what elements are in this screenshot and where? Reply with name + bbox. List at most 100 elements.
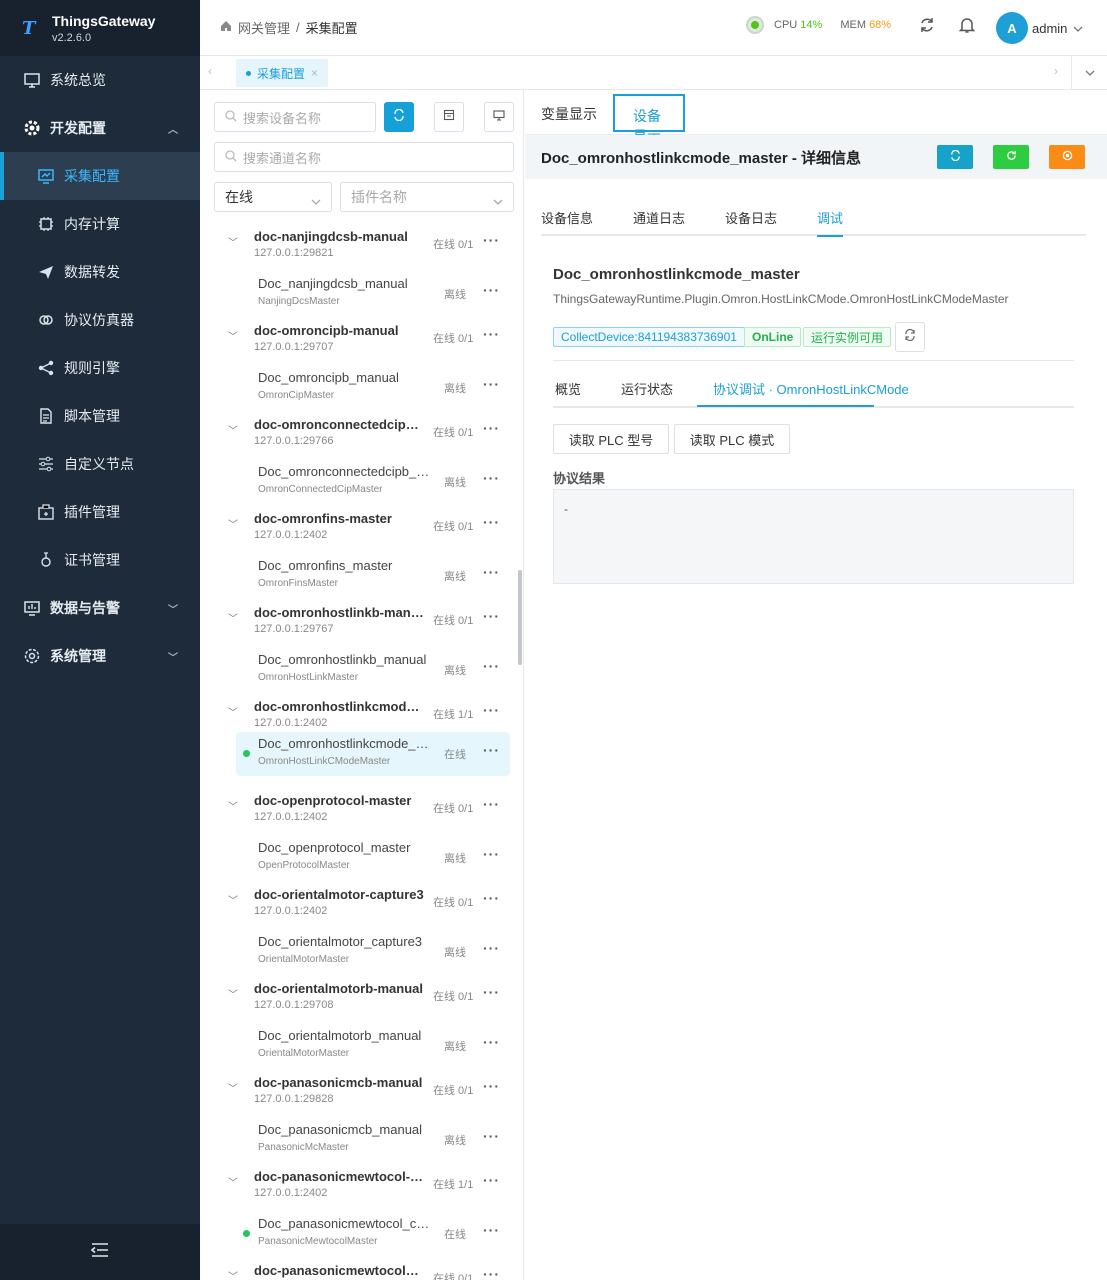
more-icon[interactable]: ··· xyxy=(483,1078,500,1094)
chevron-down-icon[interactable]: ﹀ xyxy=(228,892,238,907)
device-row[interactable]: Doc_orientalmotorb_manual OrientalMotorM… xyxy=(236,1024,510,1068)
device-row[interactable]: Doc_panasonicmcb_manual PanasonicMcMaste… xyxy=(236,1118,510,1162)
nav-data-forward[interactable]: 数据转发 xyxy=(0,248,200,296)
nav-rule-engine[interactable]: 规则引擎 xyxy=(0,344,200,392)
device-row[interactable]: Doc_orientalmotor_capture3 OrientalMotor… xyxy=(236,930,510,974)
refresh-status-button[interactable] xyxy=(895,322,925,352)
chevron-down-icon[interactable]: ﹀ xyxy=(228,798,238,813)
chevron-down-icon[interactable]: ﹀ xyxy=(228,516,238,531)
tab-run-state[interactable]: 运行状态 xyxy=(621,379,673,398)
refresh-icon[interactable] xyxy=(918,16,936,39)
stop-button[interactable] xyxy=(1049,145,1085,169)
more-icon[interactable]: ··· xyxy=(483,326,500,342)
chevron-down-icon[interactable]: ﹀ xyxy=(228,986,238,1001)
channel-row[interactable]: ﹀ doc-openprotocol-master 127.0.0.1:2402… xyxy=(200,790,518,836)
chevron-down-icon[interactable]: ﹀ xyxy=(228,1174,238,1189)
more-icon[interactable]: ··· xyxy=(483,658,500,674)
user-menu[interactable]: A admin xyxy=(996,12,1083,44)
tab-debug[interactable]: 调试 xyxy=(817,208,844,237)
nav-collect-config[interactable]: 采集配置 xyxy=(0,152,200,200)
search-device-input[interactable]: 搜索设备名称 xyxy=(214,102,376,132)
device-row-selected[interactable]: Doc_omronhostlinkcmode_m... OmronHostLin… xyxy=(236,732,510,776)
chevron-down-icon[interactable]: ﹀ xyxy=(228,610,238,625)
tab-protocol-debug[interactable]: 协议调试 · OmronHostLinkCMode xyxy=(713,379,909,398)
search-channel-input[interactable]: 搜索通道名称 xyxy=(214,142,514,172)
more-icon[interactable]: ··· xyxy=(483,376,500,392)
refresh-detail-button[interactable] xyxy=(937,145,973,169)
nav-dev-config[interactable]: 开发配置 ︿ xyxy=(0,104,200,152)
store-button[interactable] xyxy=(434,102,464,132)
channel-row[interactable]: ﹀ doc-panasonicmewtocol-c... 127.0.0.1:2… xyxy=(200,1166,518,1212)
more-icon[interactable]: ··· xyxy=(483,846,500,862)
more-icon[interactable]: ··· xyxy=(483,564,500,580)
tab-channel-log[interactable]: 通道日志 xyxy=(633,208,685,227)
more-icon[interactable]: ··· xyxy=(483,1034,500,1050)
device-row[interactable]: Doc_openprotocol_master OpenProtocolMast… xyxy=(236,836,510,880)
device-row[interactable]: Doc_nanjingdcsb_manual NanjingDcsMaster … xyxy=(236,272,510,316)
device-row[interactable]: Doc_omroncipb_manual OmronCipMaster 离线 ·… xyxy=(236,366,510,410)
restart-button[interactable] xyxy=(993,145,1029,169)
more-icon[interactable]: ··· xyxy=(483,940,500,956)
more-icon[interactable]: ··· xyxy=(483,984,500,1000)
more-icon[interactable]: ··· xyxy=(483,796,500,812)
device-row[interactable]: Doc_omronfins_master OmronFinsMaster 离线 … xyxy=(236,554,510,598)
channel-row[interactable]: ﹀ doc-omronconnectedcipb-... 127.0.0.1:2… xyxy=(200,414,518,460)
channel-row[interactable]: ﹀ doc-nanjingdcsb-manual 127.0.0.1:29821… xyxy=(200,226,518,272)
channel-row[interactable]: ﹀ doc-orientalmotorb-manual 127.0.0.1:29… xyxy=(200,978,518,1024)
chevron-down-icon[interactable]: ﹀ xyxy=(228,234,238,249)
nav-plugin-manage[interactable]: 插件管理 xyxy=(0,488,200,536)
chevron-down-icon[interactable]: ﹀ xyxy=(228,328,238,343)
channel-row[interactable]: ﹀ doc-panasonicmewtocolb-... 在线 0/1 ··· xyxy=(200,1260,518,1280)
tab-device-info[interactable]: 设备信息 xyxy=(541,208,593,227)
more-icon[interactable]: ··· xyxy=(483,890,500,906)
read-plc-mode-button[interactable]: 读取 PLC 模式 xyxy=(674,424,790,454)
nav-script-manage[interactable]: 脚本管理 xyxy=(0,392,200,440)
chevron-down-icon[interactable]: ﹀ xyxy=(228,1080,238,1095)
chevron-down-icon[interactable]: ﹀ xyxy=(228,704,238,719)
breadcrumb-item[interactable]: 网关管理 xyxy=(238,18,290,37)
bell-icon[interactable] xyxy=(958,16,976,39)
nav-system-manage[interactable]: 系统管理 ﹀ xyxy=(0,632,200,680)
tab-overview[interactable]: 概览 xyxy=(555,379,581,398)
more-icon[interactable]: ··· xyxy=(483,1128,500,1144)
channel-row[interactable]: ﹀ doc-omronhostlinkb-manual 127.0.0.1:29… xyxy=(200,602,518,648)
tab-collect-config[interactable]: 采集配置 × xyxy=(236,59,329,87)
more-icon[interactable]: ··· xyxy=(483,1266,500,1280)
tab-variable-view[interactable]: 变量显示 xyxy=(541,104,597,124)
nav-data-alarm[interactable]: 数据与告警 ﹀ xyxy=(0,584,200,632)
plugin-filter-select[interactable]: 插件名称 xyxy=(340,182,514,212)
channel-row[interactable]: ﹀ doc-orientalmotor-capture3 127.0.0.1:2… xyxy=(200,884,518,930)
more-icon[interactable]: ··· xyxy=(483,1222,500,1238)
more-icon[interactable]: ··· xyxy=(483,470,500,486)
device-row[interactable]: Doc_omronhostlinkb_manual OmronHostLinkM… xyxy=(236,648,510,692)
chevron-down-icon[interactable]: ﹀ xyxy=(228,422,238,437)
tab-device-log[interactable]: 设备日志 xyxy=(725,208,777,227)
read-plc-model-button[interactable]: 读取 PLC 型号 xyxy=(553,424,669,454)
display-button[interactable] xyxy=(484,102,514,132)
nav-overview[interactable]: 系统总览 xyxy=(0,56,200,104)
refresh-button[interactable] xyxy=(384,102,414,132)
more-icon[interactable]: ··· xyxy=(483,282,500,298)
scrollbar-thumb[interactable] xyxy=(518,570,522,665)
nav-memory-compute[interactable]: 内存计算 xyxy=(0,200,200,248)
device-row[interactable]: Doc_omronconnectedcipb_m... OmronConnect… xyxy=(236,460,510,504)
tab-dropdown-button[interactable] xyxy=(1071,56,1107,89)
more-icon[interactable]: ··· xyxy=(483,420,500,436)
more-icon[interactable]: ··· xyxy=(483,608,500,624)
status-filter-select[interactable]: 在线 xyxy=(214,182,332,212)
close-icon[interactable]: × xyxy=(311,66,318,80)
device-row[interactable]: Doc_panasonicmewtocol_cap... PanasonicMe… xyxy=(236,1212,510,1256)
channel-row[interactable]: ﹀ doc-omroncipb-manual 127.0.0.1:29707 在… xyxy=(200,320,518,366)
channel-row[interactable]: ﹀ doc-panasonicmcb-manual 127.0.0.1:2982… xyxy=(200,1072,518,1118)
more-icon[interactable]: ··· xyxy=(483,742,500,758)
nav-cert-manage[interactable]: 证书管理 xyxy=(0,536,200,584)
nav-protocol-simulator[interactable]: 协议仿真器 xyxy=(0,296,200,344)
chevron-down-icon[interactable]: ﹀ xyxy=(228,1268,238,1280)
tab-scroll-left-icon[interactable]: ‹ xyxy=(208,64,212,78)
more-icon[interactable]: ··· xyxy=(483,1172,500,1188)
tab-device-view[interactable]: 设备显示 xyxy=(613,94,685,144)
more-icon[interactable]: ··· xyxy=(483,232,500,248)
more-icon[interactable]: ··· xyxy=(483,514,500,530)
nav-custom-node[interactable]: 自定义节点 xyxy=(0,440,200,488)
tab-scroll-right-icon[interactable]: › xyxy=(1054,64,1058,78)
